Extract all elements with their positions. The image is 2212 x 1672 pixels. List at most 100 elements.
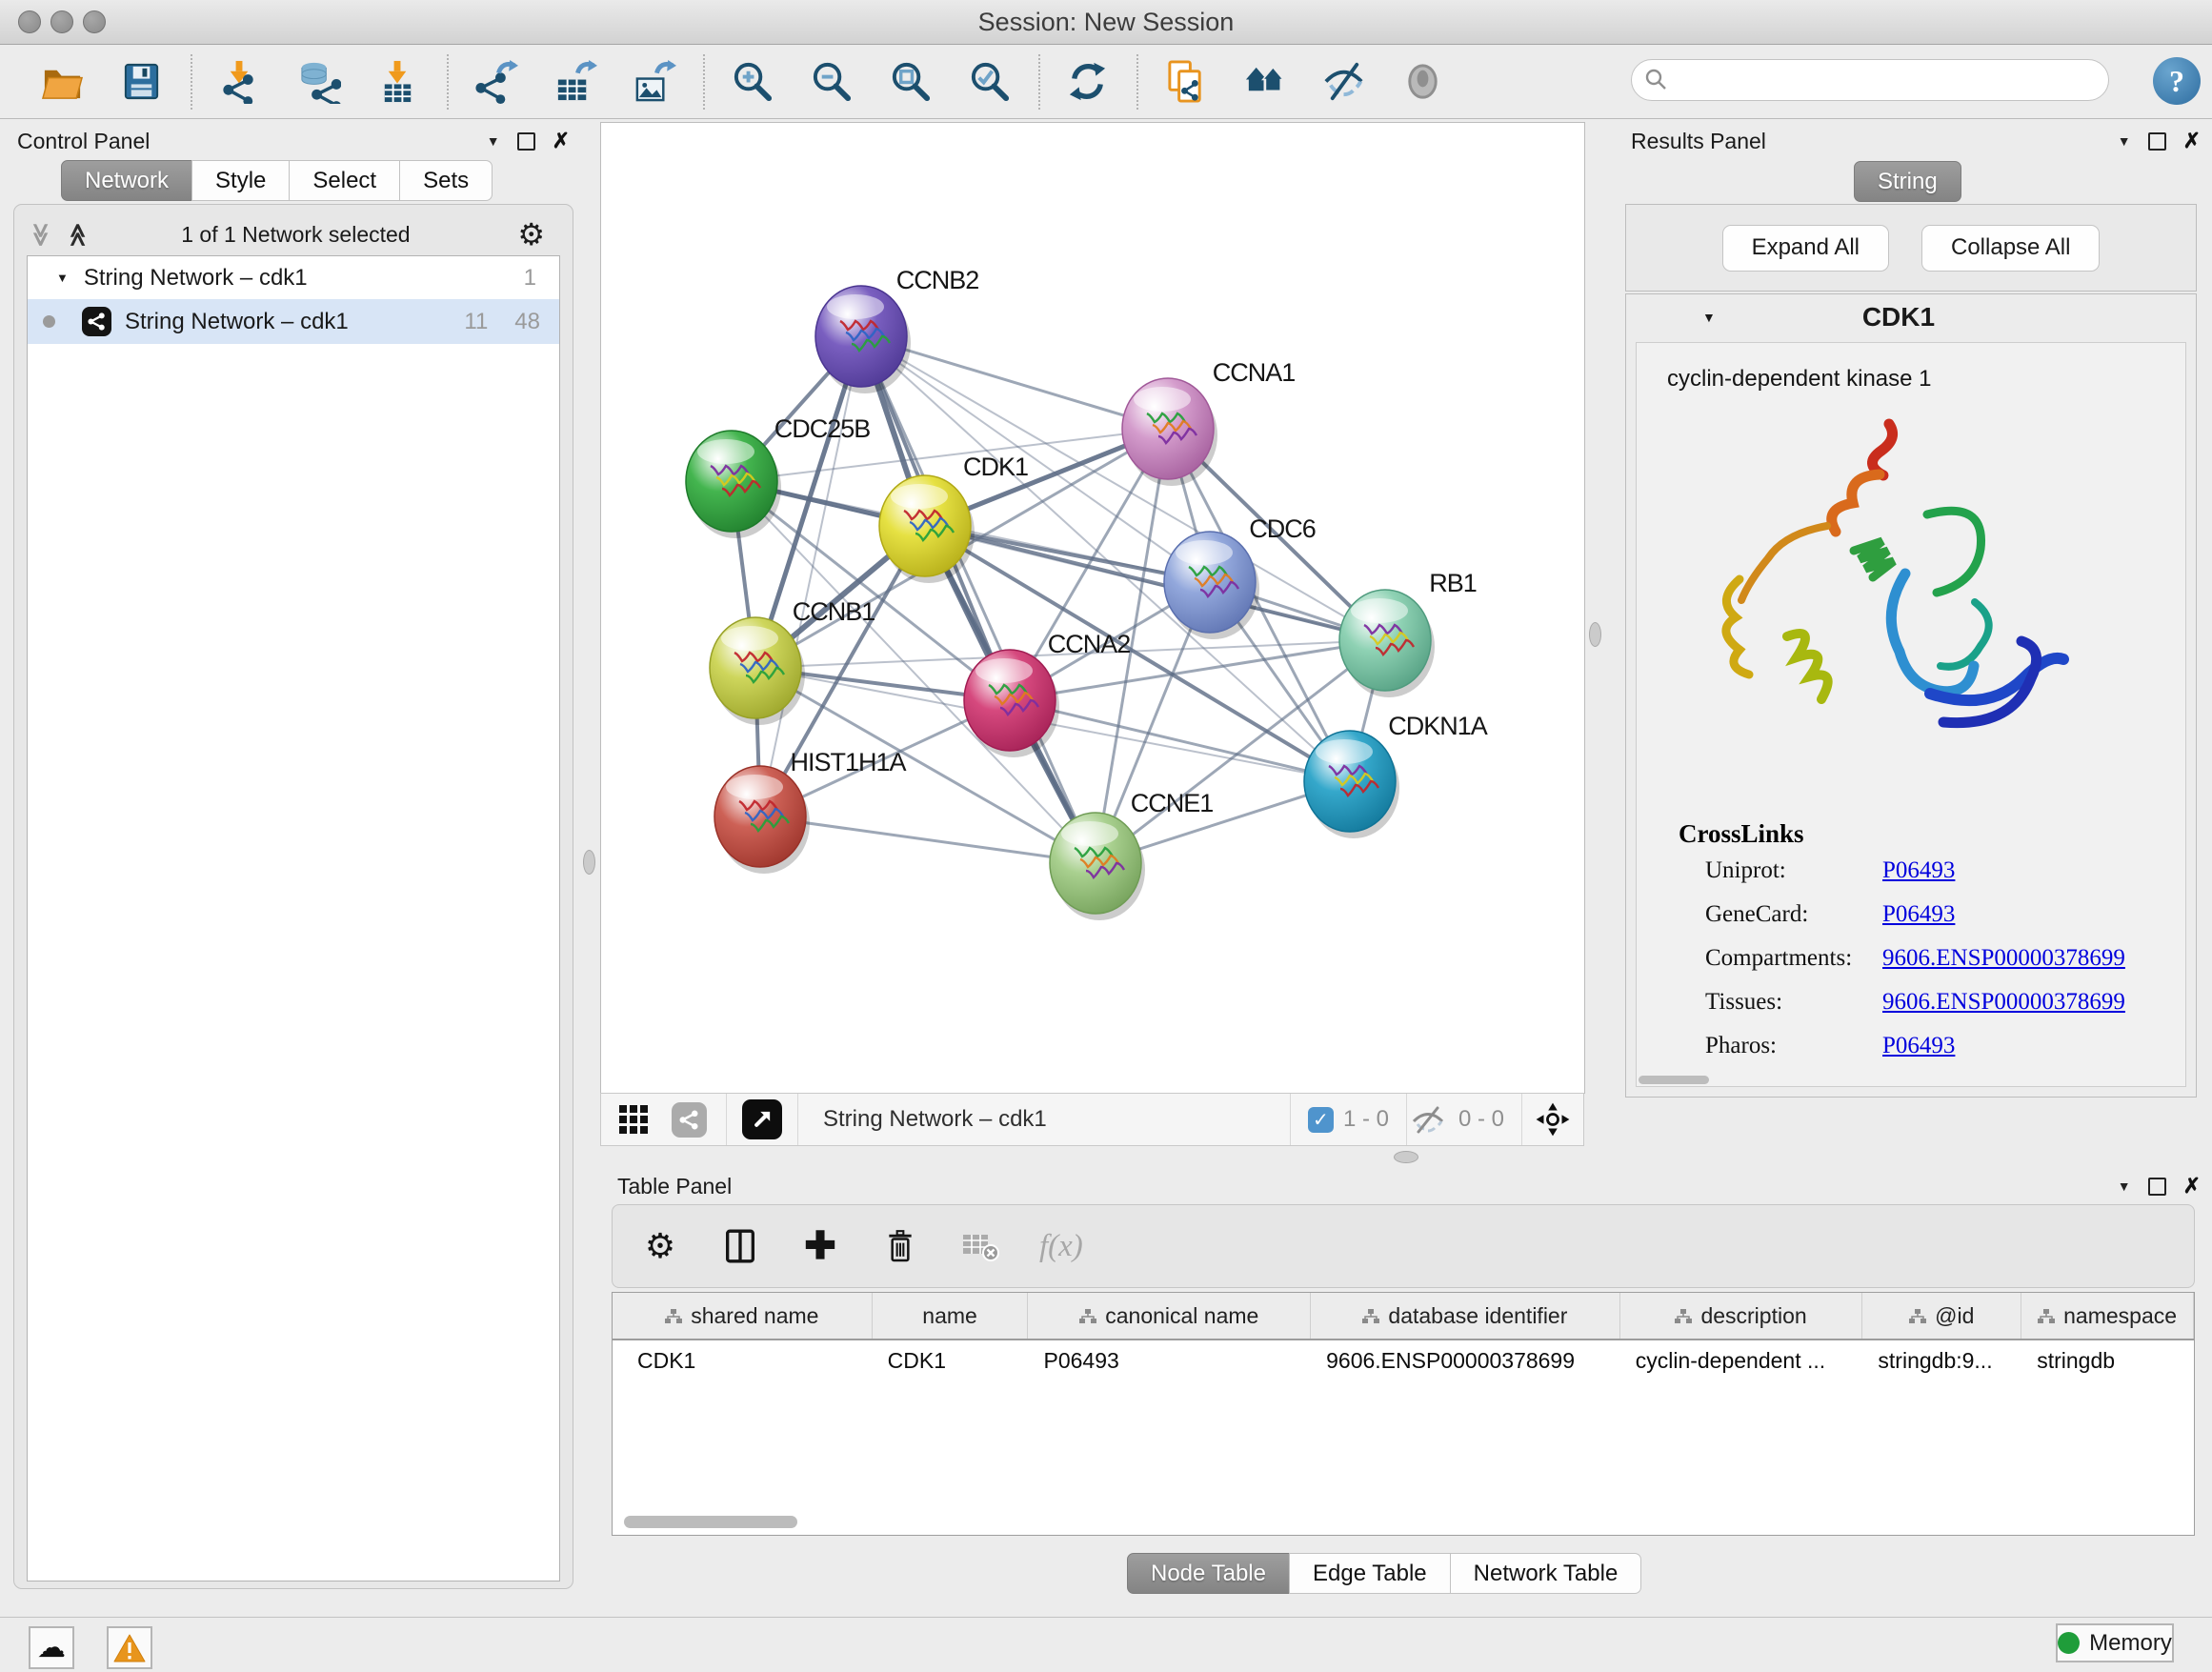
gear-icon[interactable]: ⚙ <box>517 219 545 250</box>
table-hscrollbar[interactable] <box>624 1516 797 1528</box>
crosslink-value-link[interactable]: P06493 <box>1882 1033 1955 1059</box>
save-session-button[interactable] <box>117 55 165 109</box>
column-header-name[interactable]: name <box>873 1293 1029 1339</box>
column-header-@id[interactable]: @id <box>1862 1293 2021 1339</box>
panel-collapse-icon[interactable]: ▼ <box>2118 1178 2131 1194</box>
panel-close-icon[interactable]: ✗ <box>553 131 570 151</box>
tab-node-table[interactable]: Node Table <box>1127 1553 1290 1594</box>
expand-all-icon[interactable]: ≪ <box>64 222 91 246</box>
node-label-CCNA1: CCNA1 <box>1213 358 1296 387</box>
houses-button[interactable] <box>1240 55 1288 109</box>
table-cell: cyclin-dependent ... <box>1620 1348 1863 1374</box>
trash-icon[interactable] <box>879 1223 921 1269</box>
grid-view-icon[interactable] <box>613 1097 654 1142</box>
network-collection-row[interactable]: ▼ String Network – cdk1 1 <box>28 256 559 299</box>
collapse-all-button[interactable]: Collapse All <box>1921 225 2100 272</box>
traffic-light-minimize[interactable] <box>50 10 73 33</box>
selected-count-checkbox[interactable]: ✓ <box>1308 1107 1334 1133</box>
table-gear-icon[interactable]: ⚙ <box>639 1223 681 1269</box>
copy-network-icon <box>1163 59 1208 104</box>
column-header-shared-name[interactable]: shared name <box>613 1293 873 1339</box>
panel-float-icon[interactable] <box>517 132 535 151</box>
network-canvas[interactable]: CCNB2CCNA1CDC25BCDK1CDC6RB1CCNB1CCNA2CDK… <box>600 122 1585 1094</box>
columns-icon[interactable] <box>719 1223 761 1269</box>
table-row[interactable]: CDK1CDK1P064939606.ENSP00000378699cyclin… <box>613 1340 2194 1380</box>
crosslink-value-link[interactable]: 9606.ENSP00000378699 <box>1882 945 2125 972</box>
entry-header[interactable]: ▼ CDK1 <box>1626 294 2196 340</box>
add-column-icon[interactable]: ✚ <box>799 1223 841 1269</box>
tab-style[interactable]: Style <box>191 160 290 201</box>
network-node-CCNB2[interactable]: CCNB2 <box>815 266 978 393</box>
traffic-light-zoom[interactable] <box>83 10 106 33</box>
column-header-namespace[interactable]: namespace <box>2021 1293 2194 1339</box>
zoom-in-button[interactable] <box>728 55 775 109</box>
column-tree-icon <box>1362 1303 1379 1329</box>
network-node-RB1[interactable]: RB1 <box>1339 569 1477 697</box>
help-button[interactable]: ? <box>2153 57 2201 105</box>
cloud-button[interactable]: ☁ <box>29 1626 74 1669</box>
import-network-icon <box>217 59 262 104</box>
crosslink-value-link[interactable]: P06493 <box>1882 901 1955 928</box>
expand-all-button[interactable]: Expand All <box>1722 225 1889 272</box>
network-node-HIST1H1A[interactable]: HIST1H1A <box>714 748 907 874</box>
import-database-button[interactable] <box>294 55 342 109</box>
network-edge[interactable] <box>1010 700 1350 781</box>
network-node-CDC25B[interactable]: CDC25B <box>686 414 870 538</box>
tab-network[interactable]: Network <box>61 160 192 201</box>
open-session-button[interactable] <box>38 55 86 109</box>
tab-edge-table[interactable]: Edge Table <box>1289 1553 1451 1594</box>
network-edge[interactable] <box>861 336 1096 863</box>
results-hscrollbar[interactable] <box>1639 1076 1709 1084</box>
collapse-all-icon[interactable]: ≫ <box>27 222 54 246</box>
share-view-icon[interactable] <box>672 1102 707 1138</box>
tree-caret-icon[interactable]: ▼ <box>56 271 69 285</box>
panel-collapse-icon[interactable]: ▼ <box>2118 133 2131 149</box>
horizontal-splitter-handle[interactable] <box>1394 1151 1418 1163</box>
memory-button[interactable]: Memory <box>2056 1623 2174 1662</box>
column-header-canonical-name[interactable]: canonical name <box>1028 1293 1311 1339</box>
network-node-CDK1[interactable]: CDK1 <box>879 453 1028 583</box>
zoom-out-button[interactable] <box>807 55 855 109</box>
network-node-CCNE1[interactable]: CCNE1 <box>1050 789 1213 920</box>
crosslink-value-link[interactable]: 9606.ENSP00000378699 <box>1882 989 2125 1016</box>
warning-button[interactable] <box>107 1626 152 1669</box>
zoom-selected-button[interactable] <box>965 55 1013 109</box>
network-node-CDKN1A[interactable]: CDKN1A <box>1304 712 1488 838</box>
network-edge[interactable] <box>760 336 861 816</box>
results-panel-tabs: String <box>1854 161 1961 202</box>
tab-select[interactable]: Select <box>289 160 400 201</box>
left-splitter-handle[interactable] <box>583 850 595 875</box>
export-network-button[interactable] <box>472 55 519 109</box>
tab-network-table[interactable]: Network Table <box>1450 1553 1642 1594</box>
network-node-CDC6[interactable]: CDC6 <box>1164 514 1316 639</box>
traffic-light-close[interactable] <box>18 10 41 33</box>
panel-float-icon[interactable] <box>2148 1178 2166 1196</box>
delete-table-icon <box>959 1223 1001 1269</box>
panel-float-icon[interactable] <box>2148 132 2166 151</box>
zoom-fit-button[interactable] <box>886 55 934 109</box>
search-input[interactable] <box>1670 62 2108 98</box>
panel-close-icon[interactable]: ✗ <box>2183 1176 2201 1197</box>
tab-sets[interactable]: Sets <box>399 160 493 201</box>
column-header-description[interactable]: description <box>1620 1293 1863 1339</box>
network-edge[interactable] <box>760 816 1096 863</box>
copy-network-button[interactable] <box>1161 55 1209 109</box>
import-network-button[interactable] <box>215 55 263 109</box>
tab-string[interactable]: String <box>1854 161 1961 202</box>
right-splitter-handle[interactable] <box>1589 622 1601 647</box>
node-count: 11 <box>464 309 488 335</box>
entry-caret-icon[interactable]: ▼ <box>1702 310 1716 325</box>
show-items-button[interactable] <box>1398 55 1446 109</box>
hide-items-button[interactable] <box>1319 55 1367 109</box>
import-table-button[interactable] <box>373 55 421 109</box>
column-header-database-identifier[interactable]: database identifier <box>1311 1293 1620 1339</box>
arrow-up-right-icon[interactable] <box>742 1099 782 1139</box>
crosslink-value-link[interactable]: P06493 <box>1882 857 1955 884</box>
export-table-button[interactable] <box>551 55 598 109</box>
network-row[interactable]: String Network – cdk1 11 48 <box>28 299 559 344</box>
crosshair-icon[interactable] <box>1532 1097 1574 1142</box>
refresh-button[interactable] <box>1063 55 1111 109</box>
export-image-button[interactable] <box>630 55 677 109</box>
panel-collapse-icon[interactable]: ▼ <box>487 133 500 149</box>
panel-close-icon[interactable]: ✗ <box>2183 131 2201 151</box>
